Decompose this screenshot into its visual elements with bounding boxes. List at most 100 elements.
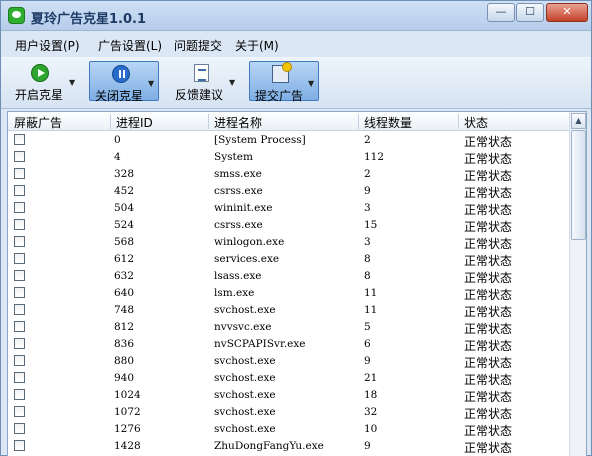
table-header: 屏蔽广告 进程ID 进程名称 线程数量 状态	[8, 112, 570, 131]
table-row[interactable]: 524 csrss.exe 15 正常状态	[8, 217, 570, 234]
cell-pid: 1428	[114, 440, 141, 452]
block-ad-checkbox[interactable]	[14, 406, 25, 417]
menu-about[interactable]: 关于(M)	[235, 37, 279, 54]
block-ad-checkbox[interactable]	[14, 185, 25, 196]
cell-thread-count: 2	[364, 168, 371, 180]
clipboard-icon	[272, 62, 292, 83]
block-ad-checkbox[interactable]	[14, 270, 25, 281]
table-row[interactable]: 612 services.exe 8 正常状态	[8, 251, 570, 268]
table-row[interactable]: 812 nvvsvc.exe 5 正常状态	[8, 319, 570, 336]
header-status[interactable]: 状态	[464, 114, 488, 131]
feedback-button[interactable]: 反馈建议 ▼	[169, 61, 241, 102]
table-row[interactable]: 328 smss.exe 2 正常状态	[8, 166, 570, 183]
cell-pid: 1276	[114, 423, 141, 435]
menu-report-issue[interactable]: 问题提交	[174, 37, 222, 54]
cell-process-name: smss.exe	[214, 168, 262, 180]
cell-thread-count: 32	[364, 406, 378, 418]
feedback-dropdown-icon[interactable]: ▼	[229, 78, 235, 87]
block-ad-checkbox[interactable]	[14, 168, 25, 179]
table-row[interactable]: 452 csrss.exe 9 正常状态	[8, 183, 570, 200]
header-process-name[interactable]: 进程名称	[214, 114, 262, 131]
cell-process-name: wininit.exe	[214, 202, 273, 214]
table-row[interactable]: 1024 svchost.exe 18 正常状态	[8, 387, 570, 404]
cell-thread-count: 11	[364, 304, 378, 316]
cell-process-name: csrss.exe	[214, 219, 263, 231]
minimize-button[interactable]: —	[487, 3, 515, 22]
vertical-scrollbar[interactable]: ▲	[569, 112, 586, 456]
stop-button[interactable]: 关闭克星 ▼	[89, 61, 159, 103]
cell-pid: 4	[114, 151, 121, 163]
process-table: 屏蔽广告 进程ID 进程名称 线程数量 状态 0 [System Process]…	[7, 111, 587, 456]
block-ad-checkbox[interactable]	[14, 304, 25, 315]
app-logo-icon	[8, 7, 25, 24]
cell-status: 正常状态	[464, 220, 513, 234]
cell-pid: 812	[114, 321, 135, 333]
menu-user-settings[interactable]: 用户设置(P)	[15, 37, 80, 54]
cell-thread-count: 10	[364, 423, 378, 435]
block-ad-checkbox[interactable]	[14, 236, 25, 247]
block-ad-checkbox[interactable]	[14, 134, 25, 145]
block-ad-checkbox[interactable]	[14, 440, 25, 451]
block-ad-checkbox[interactable]	[14, 372, 25, 383]
block-ad-checkbox[interactable]	[14, 202, 25, 213]
cell-process-name: System	[214, 151, 253, 163]
scroll-thumb[interactable]	[571, 130, 586, 240]
table-row[interactable]: 504 wininit.exe 3 正常状态	[8, 200, 570, 217]
cell-process-name: csrss.exe	[214, 185, 263, 197]
cell-pid: 452	[114, 185, 135, 197]
cell-thread-count: 18	[364, 389, 378, 401]
cell-pid: 612	[114, 253, 135, 265]
header-thread-count[interactable]: 线程数量	[364, 114, 412, 131]
cell-status: 正常状态	[464, 424, 513, 438]
start-dropdown-icon[interactable]: ▼	[69, 78, 75, 87]
table-row[interactable]: 632 lsass.exe 8 正常状态	[8, 268, 570, 285]
submit-ad-button[interactable]: 提交广告 ▼	[249, 61, 319, 103]
cell-pid: 1024	[114, 389, 141, 401]
cell-thread-count: 6	[364, 338, 371, 350]
table-row[interactable]: 1276 svchost.exe 10 正常状态	[8, 421, 570, 438]
cell-status: 正常状态	[464, 169, 513, 183]
cell-status: 正常状态	[464, 322, 513, 336]
header-pid[interactable]: 进程ID	[116, 114, 153, 131]
window-title: 夏玲广告克星1.0.1	[31, 12, 147, 27]
title-bar[interactable]: 夏玲广告克星1.0.1 — ☐ ✕	[1, 1, 591, 31]
cell-pid: 504	[114, 202, 135, 214]
cell-process-name: svchost.exe	[214, 304, 276, 316]
cell-process-name: services.exe	[214, 253, 280, 265]
table-row[interactable]: 568 winlogon.exe 3 正常状态	[8, 234, 570, 251]
table-row[interactable]: 880 svchost.exe 9 正常状态	[8, 353, 570, 370]
block-ad-checkbox[interactable]	[14, 253, 25, 264]
start-button[interactable]: 开启克星 ▼	[7, 61, 79, 102]
table-row[interactable]: 940 svchost.exe 21 正常状态	[8, 370, 570, 387]
cell-thread-count: 5	[364, 321, 371, 333]
table-row[interactable]: 1072 svchost.exe 32 正常状态	[8, 404, 570, 421]
table-row[interactable]: 1428 ZhuDongFangYu.exe 9 正常状态	[8, 438, 570, 455]
close-button[interactable]: ✕	[546, 3, 588, 22]
scroll-up-icon[interactable]: ▲	[571, 113, 586, 129]
block-ad-checkbox[interactable]	[14, 338, 25, 349]
stop-dropdown-icon[interactable]: ▼	[148, 79, 154, 88]
cell-process-name: ZhuDongFangYu.exe	[214, 440, 324, 452]
block-ad-checkbox[interactable]	[14, 355, 25, 366]
block-ad-checkbox[interactable]	[14, 423, 25, 434]
table-row[interactable]: 0 [System Process] 2 正常状态	[8, 132, 570, 149]
block-ad-checkbox[interactable]	[14, 219, 25, 230]
maximize-button[interactable]: ☐	[516, 3, 544, 22]
cell-process-name: [System Process]	[214, 134, 306, 146]
block-ad-checkbox[interactable]	[14, 287, 25, 298]
table-row[interactable]: 836 nvSCPAPISvr.exe 6 正常状态	[8, 336, 570, 353]
block-ad-checkbox[interactable]	[14, 151, 25, 162]
cell-thread-count: 3	[364, 236, 371, 248]
menu-ad-settings[interactable]: 广告设置(L)	[98, 37, 162, 54]
block-ad-checkbox[interactable]	[14, 389, 25, 400]
cell-process-name: svchost.exe	[214, 406, 276, 418]
submit-dropdown-icon[interactable]: ▼	[308, 79, 314, 88]
table-row[interactable]: 640 lsm.exe 11 正常状态	[8, 285, 570, 302]
header-block-ad[interactable]: 屏蔽广告	[14, 114, 62, 131]
cell-process-name: lsm.exe	[214, 287, 255, 299]
cell-status: 正常状态	[464, 441, 513, 455]
table-row[interactable]: 748 svchost.exe 11 正常状态	[8, 302, 570, 319]
table-row[interactable]: 4 System 112 正常状态	[8, 149, 570, 166]
cell-thread-count: 11	[364, 287, 378, 299]
block-ad-checkbox[interactable]	[14, 321, 25, 332]
